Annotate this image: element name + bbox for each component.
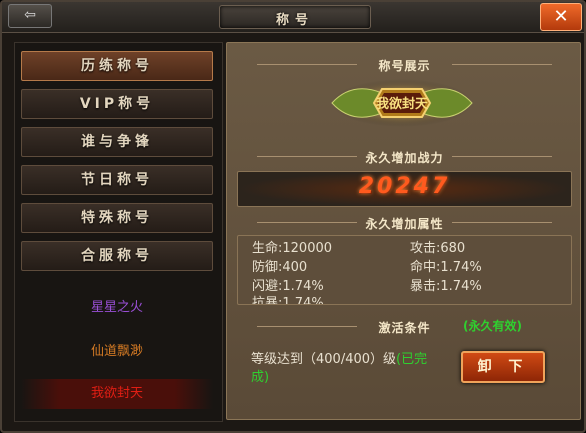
title-plate: 称号: [219, 5, 371, 29]
tab-special-titles[interactable]: 特殊称号: [21, 203, 213, 233]
back-button[interactable]: ⇦: [8, 4, 52, 28]
title-category-panel: 历练称号 VIP称号 谁与争锋 节日称号 特殊称号 合服称号 星星之火 仙道飘渺…: [14, 42, 223, 422]
divider: [257, 64, 357, 65]
tab-training-titles[interactable]: 历练称号: [21, 51, 213, 81]
title-list-item-selected[interactable]: 我欲封天: [21, 379, 213, 409]
window-title: 称号: [275, 13, 314, 28]
emblem-text: 我欲封天: [376, 96, 429, 112]
section-label: 激活条件: [378, 321, 431, 335]
attr-defense: 防御:400: [252, 260, 308, 275]
condition-section-header: 激活条件 (永久有效): [227, 317, 582, 335]
title-window: ⇦ 称号 ✕ 历练称号 VIP称号 谁与争锋 节日称号 特殊称号 合服称号 星星…: [0, 0, 586, 433]
title-emblem: 我欲封天: [331, 79, 473, 127]
title-list-item[interactable]: 星星之火: [21, 293, 213, 323]
title-detail-panel: 称号展示 我欲封天 永久增加战力 20247 永久增加属性 生命:120000 …: [226, 42, 581, 420]
condition-text: 等级达到（400/400）级(已完成): [251, 351, 441, 387]
divider: [257, 326, 357, 327]
unequip-button[interactable]: 卸 下: [461, 351, 545, 383]
divider: [452, 222, 552, 223]
attribute-box: 生命:120000 攻击:680 防御:400 命中:1.74% 闪避:1.74…: [237, 235, 572, 305]
divider: [452, 64, 552, 65]
power-value: 20247: [358, 174, 451, 199]
attr-attack: 攻击:680: [410, 241, 466, 256]
condition-note: (永久有效): [463, 319, 522, 333]
attr-crit: 暴击:1.74%: [410, 279, 482, 294]
title-list-item[interactable]: 仙道飘渺: [21, 337, 213, 367]
divider: [257, 156, 357, 157]
section-label: 永久增加战力: [365, 151, 444, 165]
tab-contend-titles[interactable]: 谁与争锋: [21, 127, 213, 157]
close-x-icon: ✕: [553, 6, 569, 27]
divider: [257, 222, 357, 223]
divider: [452, 156, 552, 157]
attr-hit: 命中:1.74%: [410, 260, 482, 275]
power-section-header: 永久增加战力: [227, 147, 582, 165]
display-section-header: 称号展示: [227, 55, 582, 73]
attr-anti-crit: 抗暴:1.74%: [252, 296, 324, 305]
section-label: 永久增加属性: [365, 217, 444, 231]
close-button[interactable]: ✕: [540, 3, 582, 31]
tab-vip-titles[interactable]: VIP称号: [21, 89, 213, 119]
section-label: 称号展示: [378, 59, 431, 73]
condition-requirement: 等级达到（400/400）级: [251, 352, 397, 367]
title-bar: ⇦ 称号 ✕: [2, 2, 584, 33]
tab-festival-titles[interactable]: 节日称号: [21, 165, 213, 195]
power-box: 20247: [237, 171, 572, 207]
attr-hp: 生命:120000: [252, 241, 333, 256]
back-arrow-icon: ⇦: [24, 7, 36, 23]
tab-merge-titles[interactable]: 合服称号: [21, 241, 213, 271]
attr-section-header: 永久增加属性: [227, 213, 582, 231]
